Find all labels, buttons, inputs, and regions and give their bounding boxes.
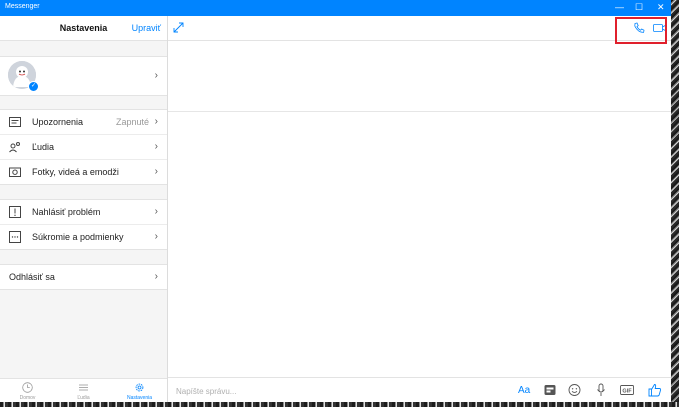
- window-title: Messenger: [5, 3, 40, 10]
- sticker-icon[interactable]: [544, 383, 556, 397]
- chevron-right-icon: ›: [154, 231, 158, 242]
- people-icon: [9, 142, 20, 153]
- expand-icon[interactable]: [173, 22, 184, 33]
- nav-label: Domov: [19, 395, 36, 401]
- nav-label: Ľudia: [77, 395, 90, 401]
- desktop-background: [671, 0, 679, 407]
- chevron-right-icon: ›: [154, 116, 158, 127]
- bottom-nav: Domov Ľudia Nastavenia: [0, 378, 167, 403]
- chevron-right-icon: ›: [154, 271, 158, 282]
- close-button[interactable]: ✕: [657, 2, 665, 13]
- desktop-background: [0, 402, 679, 407]
- signout-label: Odhlásiť sa: [9, 272, 55, 282]
- messenger-window: Messenger — ☐ ✕ Nastavenia Upraviť ✓ › U…: [0, 0, 671, 403]
- clock-icon: [22, 382, 33, 393]
- chevron-right-icon: ›: [154, 70, 158, 81]
- settings-item-label: Súkromie a podmienky: [32, 232, 124, 242]
- nav-people[interactable]: Ľudia: [56, 379, 111, 403]
- maximize-button[interactable]: ☐: [635, 2, 643, 13]
- settings-item-label: Upozornenia: [32, 117, 84, 127]
- settings-group: Upozornenia Zapnuté › Ľudia › Fotky, vid…: [0, 109, 167, 185]
- chevron-right-icon: ›: [154, 166, 158, 177]
- report-icon: [9, 206, 21, 218]
- divider: [168, 111, 671, 112]
- svg-text:GIF: GIF: [622, 389, 632, 395]
- signout-button[interactable]: Odhlásiť sa ›: [0, 264, 167, 290]
- messenger-badge-icon: ✓: [28, 81, 39, 92]
- minimize-button[interactable]: —: [615, 2, 624, 13]
- nav-home[interactable]: Domov: [0, 379, 55, 403]
- privacy-icon: [9, 231, 21, 243]
- nav-settings[interactable]: Nastavenia: [112, 379, 167, 403]
- edit-button[interactable]: Upraviť: [132, 23, 161, 33]
- settings-item-label: Ľudia: [32, 142, 55, 152]
- settings-panel: Nastavenia Upraviť ✓ › Upozornenia Zapnu…: [0, 16, 168, 403]
- support-group: Nahlásiť problém › Súkromie a podmienky …: [0, 199, 167, 250]
- settings-item-notifications[interactable]: Upozornenia Zapnuté ›: [0, 110, 167, 135]
- text-format-icon[interactable]: Aa: [518, 385, 530, 399]
- microphone-icon[interactable]: [596, 383, 606, 397]
- conversation-panel: Aa GIF: [168, 16, 671, 402]
- chevron-right-icon: ›: [154, 206, 158, 217]
- photo-icon: [9, 167, 21, 177]
- nav-label: Nastavenia: [126, 395, 152, 401]
- profile-row[interactable]: ✓ ›: [0, 56, 167, 96]
- message-composer: Aa GIF: [168, 377, 671, 403]
- settings-item-label: Fotky, videá a emodži: [32, 167, 119, 177]
- notification-icon: [9, 117, 21, 127]
- gif-icon[interactable]: GIF: [620, 383, 634, 397]
- like-icon[interactable]: [648, 383, 662, 397]
- call-buttons-highlight: [615, 17, 667, 44]
- settings-item-privacy[interactable]: Súkromie a podmienky ›: [0, 225, 167, 249]
- settings-item-people[interactable]: Ľudia ›: [0, 135, 167, 160]
- settings-item-photos[interactable]: Fotky, videá a emodži ›: [0, 160, 167, 184]
- list-icon: [79, 384, 88, 391]
- settings-item-report[interactable]: Nahlásiť problém ›: [0, 200, 167, 225]
- chevron-right-icon: ›: [154, 141, 158, 152]
- emoji-icon[interactable]: [568, 383, 581, 397]
- notifications-status: Zapnuté: [115, 117, 149, 127]
- title-bar: Messenger — ☐ ✕: [0, 0, 671, 16]
- settings-item-label: Nahlásiť problém: [32, 207, 101, 217]
- settings-header: Nastavenia Upraviť: [0, 16, 167, 41]
- gear-icon: [135, 383, 144, 392]
- conversation-header: [168, 16, 671, 41]
- message-input[interactable]: [174, 383, 478, 399]
